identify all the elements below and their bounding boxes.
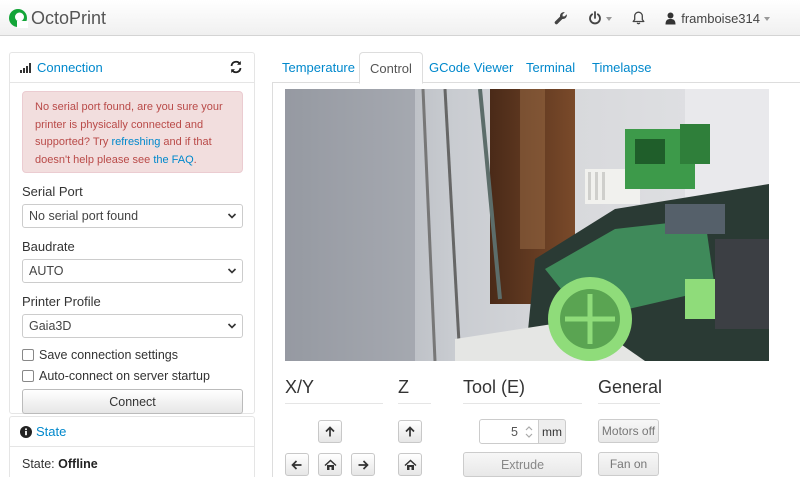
connect-button[interactable]: Connect: [22, 389, 243, 414]
z-divider: [398, 403, 431, 404]
chevron-down-icon: [227, 213, 237, 219]
auto-connect-row: Auto-connect on server startup: [22, 369, 242, 383]
jog-y-plus-button[interactable]: [318, 420, 342, 443]
tab-timelapse[interactable]: Timelapse: [582, 52, 661, 83]
extrude-unit: mm: [538, 419, 566, 444]
signal-icon: [20, 63, 31, 73]
jog-x-minus-button[interactable]: [285, 453, 309, 476]
chevron-down-icon: [227, 323, 237, 329]
fan-on-button[interactable]: Fan on: [598, 452, 659, 476]
extrude-amount-input[interactable]: 5: [479, 419, 539, 444]
webcam-image: [285, 89, 769, 361]
chevron-down-icon: [764, 17, 770, 21]
general-title: General: [598, 377, 663, 397]
connection-panel-toggle[interactable]: Connection: [37, 60, 103, 75]
arrow-left-icon: [291, 459, 302, 470]
serial-port-select[interactable]: No serial port found: [22, 204, 243, 228]
arrow-right-icon: [358, 459, 369, 470]
connection-panel-header: Connection: [10, 53, 254, 83]
brand-link[interactable]: OctoPrint: [8, 7, 106, 29]
home-xy-button[interactable]: [318, 453, 342, 476]
chevron-down-icon: [227, 268, 237, 274]
alert-text-3: .: [193, 153, 197, 166]
serial-port-label: Serial Port: [22, 184, 83, 199]
connection-panel: Connection No serial port found, are you…: [9, 52, 255, 414]
user-icon: [665, 12, 676, 24]
z-title: Z: [398, 377, 409, 397]
baudrate-value: AUTO: [29, 264, 64, 278]
state-panel-header: State: [10, 417, 254, 447]
tab-terminal[interactable]: Terminal: [516, 52, 585, 83]
extrude-button[interactable]: Extrude: [463, 452, 582, 477]
baudrate-label: Baudrate: [22, 239, 75, 254]
state-value: Offline: [58, 457, 98, 471]
printer-profile-value: Gaia3D: [29, 319, 72, 333]
chevron-down-icon: [606, 17, 613, 21]
notifications-button[interactable]: [622, 0, 655, 36]
jog-x-plus-button[interactable]: [351, 453, 375, 476]
xy-title: X/Y: [285, 377, 315, 397]
wrench-icon: [554, 12, 568, 25]
octoprint-logo-icon: [9, 9, 28, 28]
save-settings-row: Save connection settings: [22, 348, 242, 362]
user-name: framboise314: [681, 10, 760, 26]
tab-temperature[interactable]: Temperature: [272, 52, 365, 83]
webcam-stream: [285, 89, 769, 361]
home-icon: [403, 458, 417, 470]
main-tabs: Temperature Control GCode Viewer Termina…: [272, 52, 800, 84]
tool-title: Tool (E): [463, 377, 526, 397]
home-z-button[interactable]: [398, 453, 422, 476]
save-settings-label: Save connection settings: [39, 348, 178, 362]
extrude-amount-value: 5: [511, 424, 518, 439]
refresh-icon[interactable]: [229, 60, 243, 74]
info-icon: [20, 425, 32, 438]
settings-button[interactable]: [544, 0, 578, 36]
serial-port-value: No serial port found: [29, 209, 139, 223]
state-panel: State State: Offline: [9, 416, 255, 477]
home-icon: [323, 458, 337, 470]
tool-divider: [463, 403, 582, 404]
baudrate-select[interactable]: AUTO: [22, 259, 243, 283]
brand-name: OctoPrint: [31, 7, 107, 28]
tab-gcode-viewer[interactable]: GCode Viewer: [419, 52, 523, 83]
jog-z-plus-button[interactable]: [398, 420, 422, 443]
state-line: State: Offline: [10, 447, 254, 477]
auto-connect-checkbox[interactable]: [22, 370, 34, 382]
state-panel-toggle[interactable]: State: [36, 424, 66, 439]
spinner-icon[interactable]: [525, 425, 533, 439]
auto-connect-label: Auto-connect on server startup: [39, 369, 210, 383]
arrow-up-icon: [405, 425, 415, 436]
user-menu[interactable]: framboise314: [655, 0, 800, 36]
no-port-alert: No serial port found, are you sure your …: [22, 91, 243, 173]
sidebar: Connection No serial port found, are you…: [9, 52, 255, 477]
xy-divider: [285, 403, 383, 404]
faq-link[interactable]: the FAQ: [153, 154, 193, 166]
state-label: State:: [22, 457, 55, 471]
refreshing-link[interactable]: refreshing: [111, 136, 160, 148]
save-settings-checkbox[interactable]: [22, 349, 34, 361]
general-divider: [598, 403, 660, 404]
motors-off-button[interactable]: Motors off: [598, 419, 659, 443]
printer-profile-select[interactable]: Gaia3D: [22, 314, 243, 338]
bell-icon: [632, 11, 645, 25]
system-menu-button[interactable]: [578, 0, 622, 36]
power-icon: [589, 11, 602, 25]
arrow-up-icon: [325, 425, 335, 436]
navbar: OctoPrint framboise314: [0, 0, 800, 36]
printer-profile-label: Printer Profile: [22, 294, 101, 309]
tab-control[interactable]: Control: [359, 52, 423, 84]
